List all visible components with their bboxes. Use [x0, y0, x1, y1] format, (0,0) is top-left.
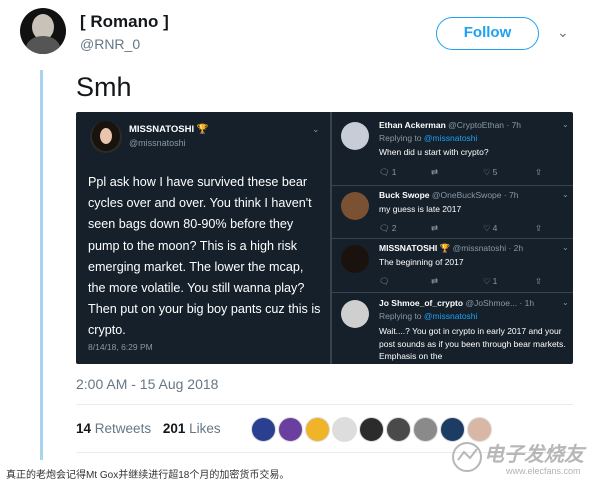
retweet-icon: ⇄: [431, 276, 439, 286]
separator: [332, 238, 573, 239]
trophy-emoji-icon: 🏆: [196, 124, 209, 135]
avatar: [341, 192, 369, 220]
liker-avatar[interactable]: [413, 417, 438, 442]
quoted-author-handle: @missnatoshi: [129, 138, 186, 148]
retweet-icon: ⇄: [431, 223, 439, 233]
liker-avatar[interactable]: [278, 417, 303, 442]
reply-text: Wait....? You got in crypto in early 201…: [379, 326, 566, 361]
reply-actions: 🗨︎ 1 ⇄ ♡ 5 ⇪: [379, 167, 569, 179]
avatar: [341, 122, 369, 150]
liker-avatar[interactable]: [305, 417, 330, 442]
reply-actions: 🗨︎ 2 ⇄ ♡ 4 ⇪: [379, 223, 569, 235]
reply-item: Ethan Ackerman @CryptoEthan · 7h ⌄ Reply…: [332, 120, 573, 182]
share-icon: ⇪: [535, 223, 543, 233]
watermark-text: 电子发烧友: [484, 444, 584, 466]
chevron-down-icon: ⌄: [562, 190, 569, 199]
separator: [332, 292, 573, 293]
reply-icon: 🗨︎ 2: [379, 223, 397, 233]
retweets-label[interactable]: Retweets: [95, 421, 151, 436]
watermark: 电子发烧友 www.elecfans.com: [448, 436, 596, 482]
author-handle[interactable]: @RNR_0: [80, 36, 140, 52]
share-icon: ⇪: [535, 167, 543, 177]
replying-to: Replying to @missnatoshi: [379, 133, 478, 143]
reply-text: my guess is late 2017: [379, 204, 462, 214]
reply-text: When did u start with crypto?: [379, 147, 489, 157]
tweet-text: Smh: [76, 72, 132, 102]
reply-author: MISSNATOSHI 🏆 @missnatoshi · 2h: [379, 243, 524, 253]
quoted-tweet-text: Ppl ask how I have survived these bear c…: [88, 175, 321, 338]
quoted-author-name: MISSNATOSHI 🏆: [129, 124, 209, 135]
author-display-name[interactable]: [ Romano ]: [80, 12, 169, 32]
divider: [76, 404, 573, 405]
image-caption: 真正的老炮会记得Mt Gox并继续进行超18个月的加密货币交易。: [6, 470, 290, 481]
chevron-down-icon: ⌄: [562, 243, 569, 252]
retweet-icon: ⇄: [431, 167, 439, 177]
separator: [332, 185, 573, 186]
chevron-down-icon[interactable]: ⌄: [557, 24, 569, 41]
heart-icon: ♡ 5: [483, 167, 498, 177]
missnatoshi-avatar: [90, 121, 122, 153]
reply-text: The beginning of 2017: [379, 257, 464, 267]
reply-item: Jo Shmoe_of_crypto @JoShmoe... · 1h ⌄ Re…: [332, 298, 573, 364]
chevron-down-icon: ⌄: [562, 298, 569, 307]
heart-icon: ♡ 1: [483, 276, 498, 286]
chevron-down-icon: ⌄: [312, 124, 320, 134]
quoted-tweet-date: 8/14/18, 6:29 PM: [88, 342, 153, 352]
retweets-count[interactable]: 14: [76, 421, 91, 436]
watermark-logo-icon: [452, 442, 482, 472]
avatar: [341, 245, 369, 273]
share-icon: ⇪: [535, 276, 543, 286]
reply-item: MISSNATOSHI 🏆 @missnatoshi · 2h ⌄ The be…: [332, 243, 573, 293]
reply-item: Buck Swope @OneBuckSwope · 7h ⌄ my guess…: [332, 190, 573, 240]
thread-line: [40, 70, 43, 460]
tweet-stats: 14 Retweets 201 Likes: [76, 421, 221, 436]
author-avatar[interactable]: [20, 8, 66, 54]
replying-to: Replying to @missnatoshi: [379, 311, 478, 321]
avatar: [341, 300, 369, 328]
likes-count[interactable]: 201: [163, 421, 186, 436]
liker-avatar[interactable]: [386, 417, 411, 442]
watermark-url: www.elecfans.com: [506, 466, 581, 476]
follow-button[interactable]: Follow: [436, 17, 539, 50]
embedded-screenshot[interactable]: MISSNATOSHI 🏆 @missnatoshi ⌄ Ppl ask how…: [76, 112, 573, 364]
heart-icon: ♡ 4: [483, 223, 498, 233]
liker-avatar[interactable]: [359, 417, 384, 442]
liker-avatar[interactable]: [332, 417, 357, 442]
chevron-down-icon: ⌄: [562, 120, 569, 129]
reply-icon: 🗨︎ 1: [379, 167, 397, 177]
likes-label[interactable]: Likes: [189, 421, 221, 436]
trophy-emoji-icon: 🏆: [439, 243, 451, 253]
tweet-timestamp[interactable]: 2:00 AM - 15 Aug 2018: [76, 376, 218, 392]
reply-icon: 🗨︎: [379, 276, 390, 286]
quoted-tweet: MISSNATOSHI 🏆 @missnatoshi ⌄ Ppl ask how…: [76, 112, 330, 364]
reply-author: Jo Shmoe_of_crypto @JoShmoe... · 1h: [379, 298, 535, 308]
reply-actions: 🗨︎ ⇄ ♡ 1 ⇪: [379, 276, 569, 288]
reply-author: Ethan Ackerman @CryptoEthan · 7h: [379, 120, 522, 130]
reply-author: Buck Swope @OneBuckSwope · 7h: [379, 190, 519, 200]
liker-avatar[interactable]: [251, 417, 276, 442]
